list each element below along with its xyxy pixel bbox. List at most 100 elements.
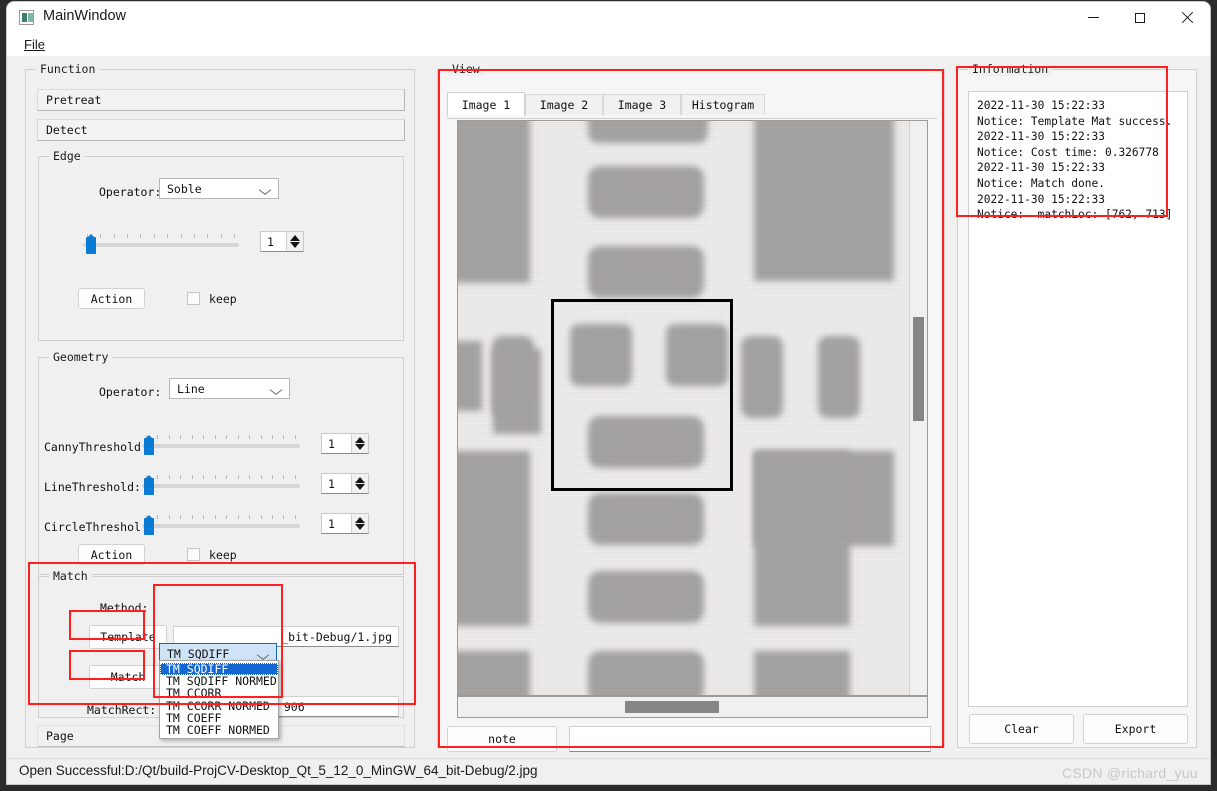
- tab-image-2[interactable]: Image 2: [525, 94, 603, 115]
- circle-threshold-slider[interactable]: [142, 513, 300, 535]
- information-group-title: Information: [968, 62, 1053, 76]
- match-group-title: Match: [49, 569, 92, 583]
- slider-handle[interactable]: [144, 438, 154, 455]
- line-threshold-label: LineThreshold:: [44, 480, 141, 494]
- tab-image-2-label: Image 2: [539, 98, 589, 112]
- clear-button[interactable]: Clear: [969, 714, 1074, 744]
- spin-down-icon[interactable]: [355, 444, 365, 450]
- slider-track: [142, 444, 300, 448]
- close-icon: [1181, 12, 1193, 24]
- geometry-operator-combobox[interactable]: Line: [169, 378, 290, 399]
- circle-threshold-value: 1: [328, 516, 335, 531]
- canny-threshold-label: CannyThreshold: [44, 440, 141, 454]
- log-line: Notice: Template Mat success.: [977, 114, 1173, 128]
- slider-ticks: [146, 475, 296, 480]
- template-button[interactable]: Template: [89, 625, 167, 649]
- title-bar: MainWindow: [7, 2, 1210, 33]
- tab-image-1[interactable]: Image 1: [447, 92, 525, 116]
- note-button[interactable]: note: [447, 726, 557, 752]
- image-viewport[interactable]: [457, 120, 928, 696]
- edge-group-title: Edge: [49, 149, 85, 163]
- tab-image-1-label: Image 1: [461, 97, 511, 112]
- geometry-group-title: Geometry: [49, 350, 113, 364]
- export-button[interactable]: Export: [1083, 714, 1188, 744]
- edge-action-button[interactable]: Action: [78, 288, 145, 309]
- image-horizontal-scrollbar[interactable]: [457, 696, 928, 718]
- note-input[interactable]: [569, 726, 931, 752]
- export-button-label: Export: [1114, 722, 1157, 736]
- slider-ticks: [146, 515, 296, 520]
- edge-keep-label: keep: [209, 292, 237, 306]
- line-threshold-slider[interactable]: [142, 473, 300, 495]
- chevron-down-icon: [259, 651, 268, 656]
- match-button[interactable]: Match: [89, 665, 167, 689]
- window-title: MainWindow: [43, 8, 126, 24]
- match-method-dropdown[interactable]: TM SQDIFF TM SQDIFF NORMED TM CCORR TM C…: [159, 660, 279, 740]
- circle-threshold-spinbox[interactable]: 1: [321, 513, 369, 534]
- spin-down-icon[interactable]: [290, 242, 300, 248]
- information-log[interactable]: 2022-11-30 15:22:33 Notice: Template Mat…: [968, 91, 1188, 707]
- spin-down-icon[interactable]: [355, 484, 365, 490]
- information-group: Information 2022-11-30 15:22:33 Notice: …: [957, 62, 1197, 748]
- function-group-title: Function: [36, 62, 100, 76]
- spin-down-icon[interactable]: [355, 524, 365, 530]
- edge-operator-combobox[interactable]: Soble: [159, 178, 279, 199]
- canny-threshold-value: 1: [328, 436, 335, 451]
- slider-handle[interactable]: [144, 478, 154, 495]
- image-vertical-scrollbar[interactable]: [909, 121, 927, 695]
- note-button-label: note: [488, 732, 516, 746]
- geometry-action-button[interactable]: Action: [78, 544, 145, 565]
- minimize-button[interactable]: [1070, 2, 1116, 33]
- log-line: Notice: matchLoc: [762, 713]: [977, 208, 1173, 222]
- spin-buttons[interactable]: [351, 514, 368, 533]
- template-button-label: Template: [100, 630, 156, 644]
- log-line: Notice: Cost time: 0.326778: [977, 145, 1159, 159]
- dropdown-option-tm-coeff-normed[interactable]: TM COEFF NORMED: [160, 724, 278, 736]
- client-area: Function Pretreat Detect Edge Operator: …: [7, 56, 1210, 758]
- edge-group: Edge Operator: Soble 1 Action keep: [38, 149, 404, 341]
- spin-buttons[interactable]: [286, 232, 303, 251]
- log-line: 2022-11-30 15:22:33: [977, 99, 1105, 112]
- menu-item-file[interactable]: File: [20, 36, 49, 53]
- geometry-action-label: Action: [90, 547, 133, 562]
- line-threshold-spinbox[interactable]: 1: [321, 473, 369, 494]
- pretreat-button[interactable]: Pretreat: [37, 89, 405, 111]
- line-threshold-value: 1: [328, 476, 335, 491]
- edge-keep-checkbox[interactable]: [187, 292, 200, 305]
- canny-threshold-slider[interactable]: [142, 433, 300, 455]
- detect-button[interactable]: Detect: [37, 119, 405, 141]
- dropdown-option-tm-ccorr-normed[interactable]: TM CCORR NORMED: [160, 699, 278, 711]
- spin-up-icon[interactable]: [355, 437, 365, 443]
- edge-threshold-slider[interactable]: [83, 232, 239, 254]
- slider-handle[interactable]: [86, 237, 96, 254]
- watermark: CSDN @richard_yuu: [1061, 765, 1198, 781]
- geometry-group: Geometry Operator: Line CannyThreshold 1…: [38, 350, 404, 575]
- pretreat-button-label: Pretreat: [46, 93, 102, 107]
- maximize-button[interactable]: [1117, 2, 1163, 33]
- tab-image-3[interactable]: Image 3: [603, 94, 681, 115]
- status-message: Open Successful:D:/Qt/build-ProjCV-Deskt…: [19, 763, 538, 778]
- vertical-scroll-thumb[interactable]: [913, 317, 924, 421]
- log-line: 2022-11-30 15:22:33: [977, 161, 1105, 175]
- geometry-keep-checkbox[interactable]: [187, 548, 200, 561]
- main-window: MainWindow File Function Pretreat Detect: [7, 2, 1210, 784]
- circle-threshold-label: CircleThreshol: [44, 520, 141, 534]
- menu-bar: File: [7, 33, 1210, 56]
- spin-up-icon[interactable]: [355, 477, 365, 483]
- page-field-label: Page: [46, 729, 74, 743]
- edge-action-label: Action: [90, 291, 133, 306]
- view-group-title: View: [448, 62, 484, 76]
- edge-threshold-spinbox[interactable]: 1: [260, 231, 304, 252]
- canny-threshold-spinbox[interactable]: 1: [321, 433, 369, 454]
- spin-up-icon[interactable]: [290, 235, 300, 241]
- minimize-icon: [1087, 17, 1099, 18]
- spin-buttons[interactable]: [351, 434, 368, 453]
- spin-up-icon[interactable]: [355, 517, 365, 523]
- spin-buttons[interactable]: [351, 474, 368, 493]
- dropdown-option-tm-ccorr[interactable]: TM CCORR: [160, 687, 278, 699]
- horizontal-scroll-thumb[interactable]: [625, 701, 719, 713]
- tab-histogram[interactable]: Histogram: [681, 94, 765, 115]
- slider-handle[interactable]: [144, 518, 154, 535]
- match-method-value: TM SQDIFF: [167, 646, 230, 661]
- close-button[interactable]: [1164, 2, 1210, 33]
